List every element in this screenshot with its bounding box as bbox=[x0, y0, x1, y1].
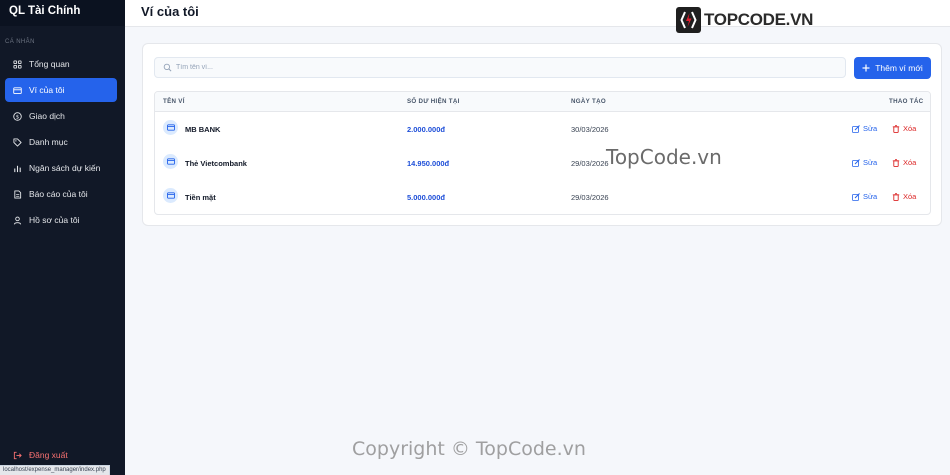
table-header: TÊN VÍ SỐ DƯ HIỆN TẠI NGÀY TẠO THAO TÁC bbox=[155, 92, 930, 112]
column-header-actions: THAO TÁC bbox=[889, 98, 924, 105]
edit-button[interactable]: Sửa bbox=[852, 158, 877, 167]
wallet-date: 30/03/2026 bbox=[571, 125, 609, 134]
watermark-bottom: Copyright © TopCode.vn bbox=[352, 438, 586, 460]
topcode-logo-icon bbox=[676, 7, 701, 33]
wallet-balance: 14.950.000đ bbox=[407, 159, 450, 168]
sidebar-item-wallets[interactable]: Ví của tôi bbox=[5, 78, 117, 102]
search-icon bbox=[163, 63, 172, 72]
edit-label: Sửa bbox=[863, 158, 878, 167]
wallet-name: MB BANK bbox=[185, 125, 221, 134]
sidebar-item-label: Ví của tôi bbox=[29, 85, 65, 95]
tag-icon bbox=[13, 137, 22, 147]
sidebar-item-budget[interactable]: Ngân sách dự kiến bbox=[5, 156, 117, 180]
plus-icon bbox=[862, 64, 870, 72]
edit-icon bbox=[852, 192, 860, 201]
sidebar-item-label: Ngân sách dự kiến bbox=[29, 163, 101, 173]
edit-button[interactable]: Sửa bbox=[852, 124, 877, 133]
svg-text:$: $ bbox=[16, 114, 19, 120]
wallet-table: TÊN VÍ SỐ DƯ HIỆN TẠI NGÀY TẠO THAO TÁC … bbox=[154, 91, 931, 215]
wallet-icon bbox=[163, 188, 178, 203]
search-input[interactable] bbox=[176, 64, 776, 71]
sidebar-section-label: CÁ NHÂN bbox=[5, 39, 35, 45]
topcode-logo-text: TOPCODE.VN bbox=[704, 10, 814, 29]
column-header-balance: SỐ DƯ HIỆN TẠI bbox=[407, 98, 460, 105]
topcode-logo: TOPCODE.VN bbox=[676, 7, 813, 33]
wallet-card: Thêm ví mới TÊN VÍ SỐ DƯ HIỆN TẠI NGÀY T… bbox=[142, 43, 942, 226]
column-header-name: TÊN VÍ bbox=[163, 98, 185, 105]
delete-button[interactable]: Xóa bbox=[892, 124, 916, 133]
wallet-name: Thẻ Vietcombank bbox=[185, 159, 247, 168]
edit-icon bbox=[852, 124, 860, 133]
report-icon bbox=[13, 189, 22, 199]
sidebar-item-label: Hồ sơ của tôi bbox=[29, 215, 80, 225]
delete-button[interactable]: Xóa bbox=[892, 158, 916, 167]
delete-label: Xóa bbox=[903, 124, 917, 133]
search-box[interactable] bbox=[154, 57, 846, 78]
add-wallet-label: Thêm ví mới bbox=[875, 63, 923, 73]
wallet-balance: 5.000.000đ bbox=[407, 193, 445, 202]
sidebar-item-categories[interactable]: Danh mục bbox=[5, 130, 117, 154]
sidebar-item-profile[interactable]: Hồ sơ của tôi bbox=[5, 208, 117, 232]
wallet-icon bbox=[163, 154, 178, 169]
sidebar-item-label: Giao dịch bbox=[29, 111, 65, 121]
dashboard-icon bbox=[13, 59, 22, 69]
delete-button[interactable]: Xóa bbox=[892, 192, 916, 201]
add-wallet-button[interactable]: Thêm ví mới bbox=[854, 57, 931, 79]
table-row: MB BANK 2.000.000đ 30/03/2026 Sửa Xóa bbox=[155, 112, 930, 146]
table-row: Thẻ Vietcombank 14.950.000đ 29/03/2026 S… bbox=[155, 146, 930, 180]
sidebar-item-label: Tổng quan bbox=[29, 59, 70, 69]
wallet-icon bbox=[163, 120, 178, 135]
status-bar-url: localhost/expense_manager/index.php bbox=[0, 465, 110, 475]
trash-icon bbox=[892, 158, 900, 167]
edit-icon bbox=[852, 158, 860, 167]
trash-icon bbox=[892, 124, 900, 133]
sidebar-item-label: Báo cáo của tôi bbox=[29, 189, 88, 199]
sidebar: QL Tài Chính CÁ NHÂN Tổng quan Ví của tô… bbox=[0, 0, 125, 475]
page-title: Ví của tôi bbox=[141, 4, 199, 19]
column-header-date: NGÀY TẠO bbox=[571, 98, 606, 105]
delete-label: Xóa bbox=[903, 158, 917, 167]
bar-chart-icon bbox=[13, 164, 22, 173]
logout-icon bbox=[13, 451, 22, 460]
wallet-name: Tiền mặt bbox=[185, 193, 216, 202]
sidebar-item-transactions[interactable]: $ Giao dịch bbox=[5, 104, 117, 128]
logout-button[interactable]: Đăng xuất bbox=[5, 448, 68, 462]
wallet-balance: 2.000.000đ bbox=[407, 125, 445, 134]
sidebar-item-reports[interactable]: Báo cáo của tôi bbox=[5, 182, 117, 206]
wallet-icon bbox=[13, 86, 22, 95]
brand-title[interactable]: QL Tài Chính bbox=[0, 0, 125, 26]
table-row: Tiền mặt 5.000.000đ 29/03/2026 Sửa Xóa bbox=[155, 180, 930, 214]
user-icon bbox=[13, 216, 22, 225]
trash-icon bbox=[892, 192, 900, 201]
edit-button[interactable]: Sửa bbox=[852, 192, 877, 201]
sidebar-item-label: Danh mục bbox=[29, 137, 68, 147]
delete-label: Xóa bbox=[903, 192, 917, 201]
top-bar: Ví của tôi bbox=[125, 0, 950, 27]
watermark-center: TopCode.vn bbox=[606, 145, 722, 169]
edit-label: Sửa bbox=[863, 192, 878, 201]
wallet-date: 29/03/2026 bbox=[571, 159, 609, 168]
dollar-icon: $ bbox=[13, 111, 22, 121]
wallet-date: 29/03/2026 bbox=[571, 193, 609, 202]
logout-label: Đăng xuất bbox=[29, 450, 68, 460]
sidebar-item-overview[interactable]: Tổng quan bbox=[5, 52, 117, 76]
edit-label: Sửa bbox=[863, 124, 878, 133]
